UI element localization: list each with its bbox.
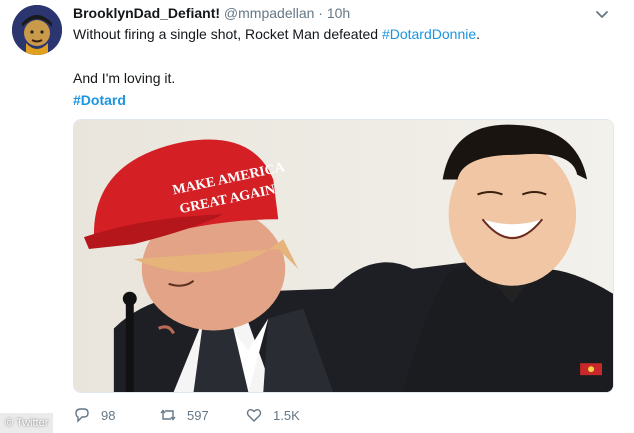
hashtag-dotard[interactable]: #Dotard: [73, 92, 126, 108]
tweet-text-end: .: [476, 26, 481, 42]
timestamp[interactable]: 10h: [327, 5, 350, 21]
retweet-button[interactable]: 597: [159, 404, 209, 426]
media-photo: MAKE AMERICA GREAT AGAIN: [74, 120, 613, 392]
avatar-image: [12, 5, 62, 55]
tweet-text: Without firing a single shot, Rocket Man…: [73, 26, 382, 42]
display-name[interactable]: BrooklynDad_Defiant!: [73, 5, 220, 21]
chevron-down-icon[interactable]: [594, 6, 610, 22]
tweet-text-line-3: #Dotard: [73, 91, 603, 109]
retweet-count: 597: [187, 407, 209, 423]
separator-dot: ·: [318, 5, 323, 21]
reply-button[interactable]: 98: [73, 404, 115, 426]
tweet-media-image[interactable]: MAKE AMERICA GREAT AGAIN: [73, 119, 614, 393]
tweet-card: BrooklynDad_Defiant! @mmpadellan · 10h W…: [0, 0, 634, 433]
like-button[interactable]: 1.5K: [245, 404, 300, 426]
user-handle[interactable]: @mmpadellan: [224, 5, 314, 21]
reply-icon: [75, 408, 89, 423]
hashtag-dotarddonnie[interactable]: #DotardDonnie: [382, 26, 476, 42]
tweet-text-line-2: And I'm loving it.: [73, 70, 176, 86]
avatar[interactable]: [12, 5, 62, 55]
tweet-text-line-1: Without firing a single shot, Rocket Man…: [73, 25, 603, 43]
heart-icon: [246, 409, 262, 422]
like-count: 1.5K: [273, 407, 300, 423]
tweet-header: BrooklynDad_Defiant! @mmpadellan · 10h: [73, 4, 350, 22]
image-credit-watermark: © Twitter: [0, 413, 54, 433]
retweet-icon: [160, 409, 176, 421]
reply-count: 98: [101, 407, 116, 423]
